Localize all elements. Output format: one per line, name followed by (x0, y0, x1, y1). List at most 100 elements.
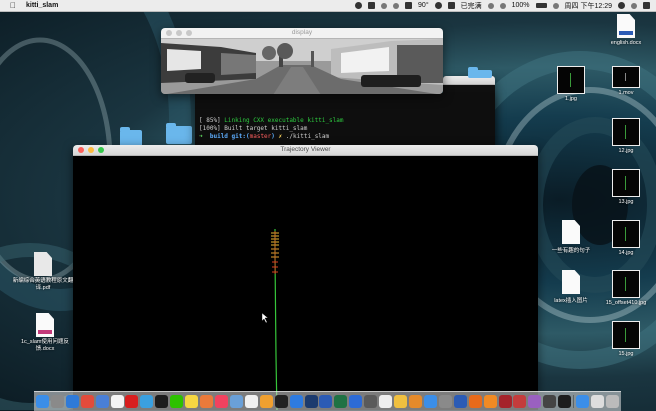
folder-icon (166, 123, 192, 144)
dock-app-qq-icon[interactable] (155, 395, 169, 408)
desktop-file[interactable]: 14.jpg (608, 220, 644, 256)
image-thumbnail-icon (612, 118, 640, 146)
trajectory-viewer-titlebar[interactable]: Trajectory Viewer (73, 145, 538, 156)
battery-icon[interactable] (535, 3, 547, 8)
desktop-file[interactable]: 12.jpg (608, 118, 644, 154)
dock-app-settings-icon[interactable] (438, 395, 452, 408)
trajectory-viewer-window[interactable]: Trajectory Viewer (73, 145, 538, 410)
terminal-window[interactable]: [ 85%] Linking CXX executable kitti_slam… (195, 93, 495, 147)
input-method-label[interactable]: 已完满 (461, 1, 482, 11)
dock-app-trash-icon[interactable] (605, 395, 619, 408)
dock-app-wps-icon[interactable] (513, 395, 527, 408)
flag-icon[interactable] (552, 2, 559, 9)
dock-app-textedit-icon[interactable] (244, 395, 258, 408)
dock-app-store-icon[interactable] (423, 395, 437, 408)
display-title: display (291, 29, 313, 36)
status-sync-icon[interactable] (393, 2, 400, 9)
dock-app-calc-icon[interactable] (364, 395, 378, 408)
dock (34, 391, 621, 411)
dock-app-network-icon[interactable] (349, 395, 363, 408)
status-cloud-icon[interactable] (405, 2, 413, 9)
minimize-button[interactable] (88, 147, 94, 153)
dock-app-word2-icon[interactable] (453, 395, 467, 408)
battery-percent[interactable]: 100% (512, 2, 530, 9)
dock-app-launchpad-icon[interactable] (50, 395, 64, 408)
file-label: 12.jpg (618, 148, 634, 154)
desktop-folder[interactable] (166, 123, 192, 146)
wifi-icon[interactable] (499, 2, 506, 9)
status-extra-icon[interactable] (355, 2, 363, 9)
dock-app-sublime-icon[interactable] (483, 395, 497, 408)
display-titlebar[interactable]: display (161, 28, 443, 39)
menu-bar:  kitti_slam 90° 已完满 100% 周四 下午12:29 (0, 0, 656, 12)
dock-app-calendar-icon[interactable] (110, 395, 124, 408)
desktop-file[interactable]: latex插入图片 (546, 270, 596, 304)
dock-app-photos-icon[interactable] (200, 395, 214, 408)
desktop-file[interactable]: 1c_slam使用问题反馈.docx (14, 313, 76, 353)
notification-center-icon[interactable] (643, 2, 650, 9)
dock-app-downloads-icon[interactable] (576, 395, 590, 408)
dock-app-netease-icon[interactable] (125, 395, 139, 408)
dock-app-app-icon[interactable] (140, 395, 154, 408)
active-app-name[interactable]: kitti_slam (26, 2, 58, 9)
trajectory-canvas[interactable] (73, 156, 538, 410)
dock-app-docs-icon[interactable] (590, 395, 604, 408)
dock-app-notes2-icon[interactable] (394, 395, 408, 408)
file-label: latex插入图片 (554, 298, 588, 304)
dock-app-safari-icon[interactable] (65, 395, 79, 408)
dock-app-typora-icon[interactable] (379, 395, 393, 408)
bluetooth-icon[interactable] (487, 2, 494, 9)
trajectory-viewer-title: Trajectory Viewer (280, 146, 331, 153)
status-app-icon[interactable] (368, 2, 376, 9)
dock-app-notes-icon[interactable] (185, 395, 199, 408)
desktop-file[interactable]: 一些有趣的句子 (546, 220, 596, 254)
status-display-icon[interactable] (447, 2, 455, 9)
dock-app-terminal2-icon[interactable] (558, 395, 572, 408)
dock-app-firefox-icon[interactable] (468, 395, 482, 408)
dock-app-photoshop-icon[interactable] (304, 395, 318, 408)
dock-app-mail-icon[interactable] (95, 395, 109, 408)
camera-frame-image (161, 39, 443, 94)
status-menus: 90° 已完满 100% 周四 下午12:29 (355, 0, 650, 11)
dock-separator (573, 395, 575, 408)
close-button[interactable] (78, 147, 84, 153)
dock-app-music-icon[interactable] (214, 395, 228, 408)
dock-app-chrome-icon[interactable] (80, 395, 94, 408)
siri-icon[interactable] (631, 2, 637, 9)
status-monitor-icon[interactable] (381, 2, 388, 9)
desktop-file[interactable]: 13.jpg (608, 169, 644, 205)
dock-app-wechat-icon[interactable] (170, 395, 184, 408)
status-time-machine-icon[interactable] (434, 2, 442, 9)
apple-menu-icon[interactable]:  (10, 1, 18, 10)
dock-app-finder-icon[interactable] (35, 395, 49, 408)
terminal-line: [100%] Built target kitti_slam (199, 125, 308, 132)
dock-app-excel-icon[interactable] (334, 395, 348, 408)
pose-markers (271, 231, 279, 274)
dock-app-mendeley-icon[interactable] (498, 395, 512, 408)
maximize-button[interactable] (98, 147, 104, 153)
clock[interactable]: 周四 下午12:29 (565, 1, 612, 11)
dock-app-xcode-icon[interactable] (289, 395, 303, 408)
desktop-file[interactable]: 1.mov (608, 66, 644, 96)
dock-app-pages-icon[interactable] (259, 395, 273, 408)
temperature-reading[interactable]: 90° (418, 2, 429, 9)
desktop-folder[interactable] (468, 67, 492, 80)
maximize-button[interactable] (186, 30, 192, 36)
close-button[interactable] (166, 30, 172, 36)
desktop-file[interactable]: english.docx (606, 14, 646, 46)
file-label: 14.jpg (618, 250, 634, 256)
desktop-file[interactable]: 1.jpg (553, 66, 589, 102)
display-window[interactable]: display (161, 28, 443, 94)
desktop-file[interactable]: 新编综合英语教程原文翻译.pdf (12, 252, 74, 292)
spotlight-search-icon[interactable] (618, 2, 625, 9)
dock-app-terminal-icon[interactable] (274, 395, 288, 408)
desktop-file[interactable]: 15.jpg (608, 321, 644, 357)
dock-app-colorsync-icon[interactable] (528, 395, 542, 408)
dock-app-books-icon[interactable] (408, 395, 422, 408)
dock-app-word-icon[interactable] (319, 395, 333, 408)
dock-app-console-icon[interactable] (543, 395, 557, 408)
terminal-prompt-line[interactable]: ➜ build git:(master) ✗ ./kitti_slam (195, 133, 495, 141)
dock-app-preview-icon[interactable] (229, 395, 243, 408)
desktop-file[interactable]: 15_offset410.jpg (600, 270, 652, 306)
minimize-button[interactable] (176, 30, 182, 36)
